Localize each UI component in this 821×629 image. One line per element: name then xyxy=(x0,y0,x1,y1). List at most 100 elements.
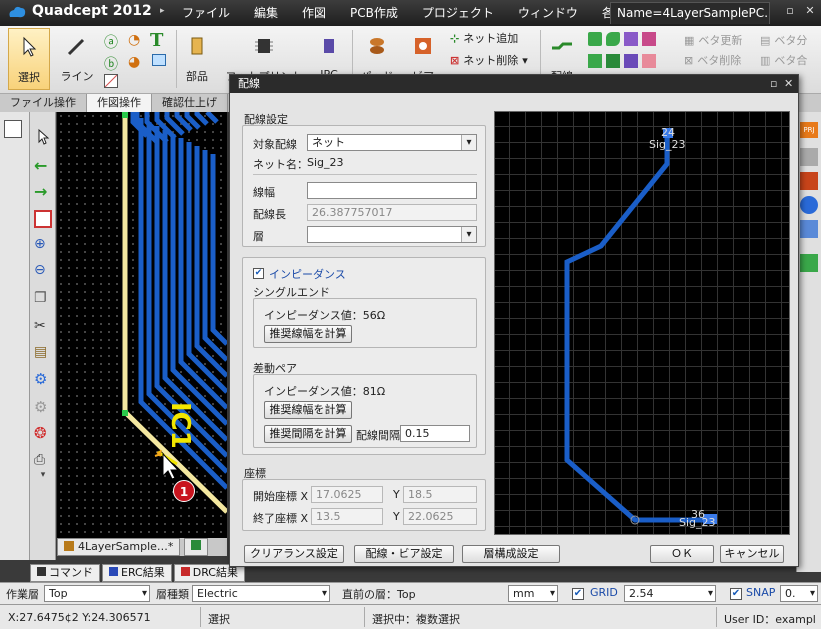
tab-4layersample[interactable]: 4LayerSample…* xyxy=(57,538,181,556)
select-cursor-icon[interactable] xyxy=(34,128,52,146)
pcb-canvas[interactable]: IC1 1 xyxy=(57,112,227,538)
route-icon xyxy=(552,42,572,50)
menu-edit[interactable]: 編集 xyxy=(242,0,290,26)
document-tab[interactable]: Name=4LayerSamplePC…* xyxy=(610,2,770,24)
layer-select[interactable] xyxy=(307,226,477,243)
menu-project[interactable]: プロジェクト xyxy=(410,0,506,26)
gear-icon[interactable]: ⚙ xyxy=(34,370,52,388)
close-icon[interactable]: ✕ xyxy=(803,4,817,18)
arc-tool-button[interactable]: ⓐ xyxy=(104,32,118,52)
arrow-right-icon[interactable]: → xyxy=(34,182,52,201)
grid-select[interactable]: 2.54 xyxy=(624,585,716,602)
snap-select[interactable]: 0. xyxy=(780,585,818,602)
beta-delete-button[interactable]: ⊠ ベタ削除 xyxy=(684,52,741,68)
grid-panel-icon[interactable] xyxy=(800,220,818,238)
cancel-button[interactable]: キャンセル xyxy=(720,545,784,563)
shape-tools-bottom xyxy=(588,54,656,68)
calc-width-diff-button[interactable]: 推奨線幅を計算 xyxy=(264,401,352,419)
beta-update-button[interactable]: ▦ ベタ更新 xyxy=(684,32,742,48)
layer-kind-select[interactable]: Electric xyxy=(192,585,330,602)
menu-file[interactable]: ファイル xyxy=(170,0,242,26)
arc2-tool-button[interactable]: ◕ xyxy=(128,54,140,70)
route-via-settings-button[interactable]: 配線・ビア設定 xyxy=(354,545,454,563)
length-input: 26.387757017 xyxy=(307,204,477,221)
tab-file-ops[interactable]: ファイル操作 xyxy=(0,94,87,112)
gap-input[interactable]: 0.15 xyxy=(400,425,470,442)
tab-draw-ops[interactable]: 作図操作 xyxy=(87,94,152,112)
maximize-icon[interactable]: ▫ xyxy=(770,75,777,93)
net-delete-button[interactable]: ⊠ ネット削除 ▾ xyxy=(450,52,528,68)
cut-icon[interactable]: ✂ xyxy=(34,318,52,336)
net-name-value: Sig_23 xyxy=(307,156,344,169)
command-icon xyxy=(37,567,46,576)
zoom-in-icon[interactable]: ⊕ xyxy=(34,236,52,254)
prj-icon[interactable]: PRJ xyxy=(800,122,818,138)
search-panel-icon[interactable] xyxy=(800,254,818,272)
beta-merge-label: ベタ合 xyxy=(774,54,808,67)
help-icon[interactable]: ❂ xyxy=(34,424,52,442)
fill-rounded-icon[interactable] xyxy=(606,32,620,46)
fill-purple-icon[interactable] xyxy=(624,54,638,68)
parts-button[interactable]: 部品 xyxy=(180,28,214,90)
layers-icon[interactable] xyxy=(800,172,818,190)
fill-square-icon[interactable] xyxy=(588,32,602,46)
dialog-title-bar[interactable]: 配線 ▫ ✕ xyxy=(230,75,798,93)
document-bottom-tabs: 4LayerSample…* xyxy=(57,538,227,556)
line-button[interactable]: ライン xyxy=(56,28,98,90)
copy-icon[interactable]: ❐ xyxy=(34,290,52,308)
image-tool-button[interactable] xyxy=(152,54,166,66)
calc-gap-diff-button[interactable]: 推奨間隔を計算 xyxy=(264,425,352,443)
beta-merge-icon: ▥ xyxy=(760,53,771,67)
beta-merge-button[interactable]: ▥ ベタ合 xyxy=(760,52,807,68)
ok-button[interactable]: ＯＫ xyxy=(650,545,714,563)
book-icon[interactable] xyxy=(4,120,22,138)
object-icon[interactable] xyxy=(800,196,818,214)
tab-erc[interactable]: ERC結果 xyxy=(102,564,172,582)
panel-icon[interactable] xyxy=(800,148,818,166)
tab-check-finish[interactable]: 確認仕上げ xyxy=(152,94,228,112)
cursor-coords: X:27.6475¢2 Y:24.306571 xyxy=(8,611,151,624)
target-select[interactable]: ネット xyxy=(307,134,477,151)
close-icon[interactable]: ✕ xyxy=(784,75,793,93)
slash-box-icon xyxy=(104,74,118,88)
menu-window[interactable]: ウィンドウ xyxy=(506,0,590,26)
fill-cut-icon[interactable] xyxy=(642,32,656,46)
layer-config-button[interactable]: 層構成設定 xyxy=(462,545,560,563)
mouse-cursor-icon xyxy=(154,449,180,480)
grid-checkbox[interactable]: ✔ xyxy=(572,588,584,600)
circle-tool-button[interactable]: ⓑ xyxy=(104,54,118,74)
snap-checkbox[interactable]: ✔ xyxy=(730,588,742,600)
restore-icon[interactable]: ▫ xyxy=(783,4,797,18)
chevron-down-icon[interactable]: ▾ xyxy=(34,470,52,488)
preview-trace xyxy=(564,128,717,525)
clock-tool-button[interactable]: ◔ xyxy=(128,32,140,48)
menu-draw[interactable]: 作図 xyxy=(290,0,338,26)
gear-disabled-icon[interactable]: ⚙ xyxy=(34,398,52,416)
unit-select[interactable]: mm xyxy=(508,585,558,602)
select-button[interactable]: 選択 xyxy=(8,28,50,90)
print-icon[interactable]: ⎙ xyxy=(34,452,52,470)
text-tool-button[interactable]: T xyxy=(150,30,163,51)
prev-layer-text: 直前の層：Top xyxy=(342,588,416,601)
paste-icon[interactable]: ▤ xyxy=(34,344,52,362)
work-layer-select[interactable]: Top xyxy=(44,585,150,602)
fit-view-icon[interactable] xyxy=(34,210,52,228)
zoom-out-icon[interactable]: ⊖ xyxy=(34,262,52,280)
clearance-settings-button[interactable]: クリアランス設定 xyxy=(244,545,344,563)
impedance-checkbox[interactable]: ✔ xyxy=(253,268,264,279)
fill-green2-icon[interactable] xyxy=(606,54,620,68)
net-add-button[interactable]: ⊹ ネット追加 xyxy=(450,30,518,46)
width-input[interactable] xyxy=(307,182,477,199)
tab-command[interactable]: コマンド xyxy=(30,564,100,582)
fill-green-icon[interactable] xyxy=(588,54,602,68)
arrow-left-icon[interactable]: ← xyxy=(34,156,52,175)
quick-access-arrow-icon[interactable]: ▸ xyxy=(160,6,165,16)
erase-tool-button[interactable] xyxy=(104,74,118,88)
menu-pcb[interactable]: PCB作成 xyxy=(338,0,410,26)
beta-split-button[interactable]: ▤ ベタ分 xyxy=(760,32,807,48)
tab-schematic[interactable] xyxy=(184,538,209,556)
fill-polygon-icon[interactable] xyxy=(624,32,638,46)
drc-icon xyxy=(180,567,190,576)
fill-pattern-icon[interactable] xyxy=(642,54,656,68)
calc-width-single-button[interactable]: 推奨線幅を計算 xyxy=(264,325,352,343)
